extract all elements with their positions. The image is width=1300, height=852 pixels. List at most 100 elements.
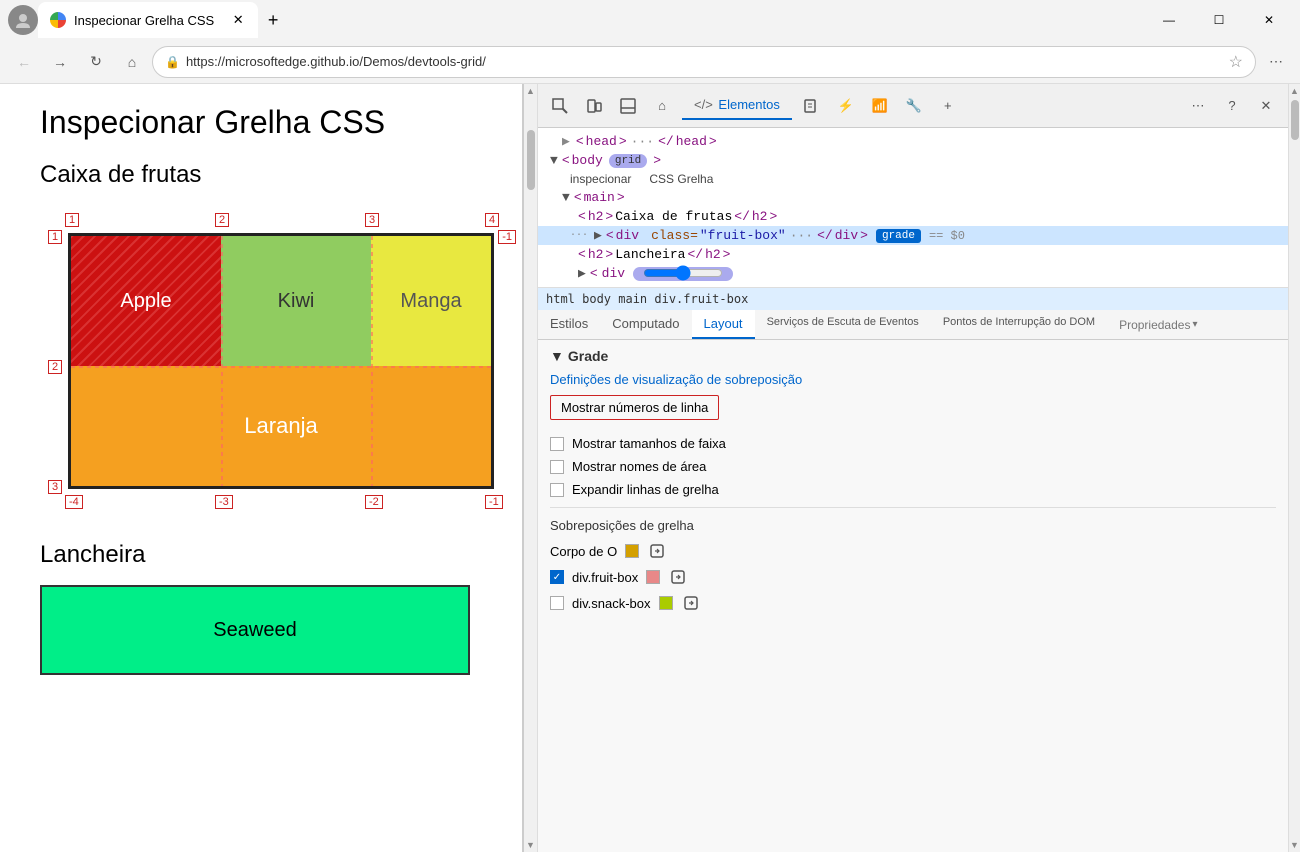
grid-num-left-2: 2: [48, 360, 62, 374]
performance-icon[interactable]: ⚡: [832, 92, 860, 120]
grid-slider[interactable]: [643, 269, 723, 277]
dom-line-h2-lancheira[interactable]: <h2> Lancheira </h2>: [538, 245, 1288, 264]
section1-title: Caixa de frutas: [40, 161, 482, 189]
overlay-corpo-row: Corpo de O: [550, 541, 1276, 561]
mostrar-tamanhos-row: Mostrar tamanhos de faixa: [550, 436, 1276, 451]
back-button[interactable]: ←: [8, 46, 40, 78]
grade-section: ▼ Grade Definições de visualização de so…: [538, 340, 1288, 627]
dom-line-snack-box[interactable]: ▶ <div: [538, 264, 1288, 283]
fruit-box-checkbox[interactable]: ✓: [550, 570, 564, 584]
grid-num-bot-3: -3: [215, 495, 233, 509]
page-scrollbar[interactable]: ▲ ▼: [524, 84, 538, 852]
lock-icon: 🔒: [165, 55, 180, 69]
mostrar-tamanhos-checkbox[interactable]: [550, 437, 564, 451]
more-tools-icon[interactable]: ⋯: [1184, 92, 1212, 120]
minimize-button[interactable]: —: [1146, 4, 1192, 36]
device-emulation-icon[interactable]: [580, 92, 608, 120]
devtools-scrollbar[interactable]: ▲ ▼: [1288, 84, 1300, 852]
snack-link-button[interactable]: [681, 593, 701, 613]
seaweed-box: Seaweed: [40, 585, 470, 675]
dom-ref: == $0: [929, 229, 965, 243]
fruit-link-button[interactable]: [668, 567, 688, 587]
close-button[interactable]: ✕: [1246, 4, 1292, 36]
breadcrumb-bar: html body main div.fruit-box: [538, 288, 1288, 310]
tab-favicon: [50, 12, 66, 28]
mostrar-numeros-button[interactable]: Mostrar números de linha: [550, 395, 719, 420]
snack-box-checkbox[interactable]: [550, 596, 564, 610]
dom-line-h2-caixa[interactable]: <h2> Caixa de frutas </h2>: [538, 207, 1288, 226]
tab-estilos[interactable]: Estilos: [538, 310, 600, 339]
section2-title: Lancheira: [40, 541, 482, 569]
maximize-button[interactable]: ☐: [1196, 4, 1242, 36]
grid-num-right-1: -1: [498, 230, 516, 244]
inspect-element-icon[interactable]: [546, 92, 574, 120]
dom-line-fruit-box[interactable]: ··· ▶ <div class= "fruit-box" ··· </div>…: [538, 226, 1288, 245]
overlay-snack-row: div.snack-box: [550, 593, 1276, 613]
favorite-icon[interactable]: ☆: [1229, 52, 1243, 72]
tab-layout[interactable]: Layout: [692, 310, 755, 339]
tab-elements[interactable]: </> Elementos: [682, 91, 792, 120]
grade-expand-arrow[interactable]: ▼: [550, 348, 564, 364]
snack-color-swatch[interactable]: [659, 596, 673, 610]
network-icon[interactable]: 📶: [866, 92, 894, 120]
sobreposicoes-title: Sobreposições de grelha: [550, 518, 1276, 533]
active-tab[interactable]: Inspecionar Grelha CSS ✕: [38, 2, 258, 38]
issues-icon[interactable]: 🔧: [900, 92, 928, 120]
devtools-close-icon[interactable]: ✕: [1252, 92, 1280, 120]
corpo-color-swatch[interactable]: [625, 544, 639, 558]
nav-bar: ← → ↻ ⌂ 🔒 https://microsoftedge.github.i…: [0, 40, 1300, 84]
main-area: Inspecionar Grelha CSS Caixa de frutas 1…: [0, 84, 1300, 852]
tab-propriedades[interactable]: Propriedades ▾: [1107, 310, 1209, 339]
grid-num-left-1: 1: [48, 230, 62, 244]
home-button[interactable]: ⌂: [116, 46, 148, 78]
forward-button[interactable]: →: [44, 46, 76, 78]
grid-num-top-1: 1: [65, 213, 79, 227]
sources-icon[interactable]: [798, 92, 826, 120]
grid-num-top-2: 2: [215, 213, 229, 227]
fruit-grid-wrapper: 1 2 3 4 1 2 3 -4 -3 -2 -1 -1: [68, 233, 494, 489]
browser-page: Inspecionar Grelha CSS Caixa de frutas 1…: [0, 84, 524, 852]
fruit-color-swatch[interactable]: [646, 570, 660, 584]
more-button[interactable]: ⋯: [1260, 46, 1292, 78]
page-title: Inspecionar Grelha CSS: [40, 104, 482, 141]
new-tab-button[interactable]: +: [258, 5, 288, 35]
apple-cell: Apple: [71, 236, 221, 366]
expandir-linhas-checkbox[interactable]: [550, 483, 564, 497]
corpo-link-button[interactable]: [647, 541, 667, 561]
dom-line-main[interactable]: ▼ <main>: [538, 188, 1288, 207]
grid-line-v2: [371, 236, 373, 486]
tab-computado[interactable]: Computado: [600, 310, 691, 339]
address-bar[interactable]: 🔒 https://microsoftedge.github.io/Demos/…: [152, 46, 1256, 78]
grid-line-v1: [221, 236, 223, 486]
grid-num-top-4: 4: [485, 213, 499, 227]
grid-num-top-3: 3: [365, 213, 379, 227]
tab-bar: Inspecionar Grelha CSS ✕ +: [38, 2, 1146, 38]
grid-line-h1: [71, 366, 491, 368]
tab-close-button[interactable]: ✕: [230, 12, 246, 28]
tab-dom-breakpoints[interactable]: Pontos de Interrupção do DOM: [931, 310, 1107, 339]
overlay-definition-title: Definições de visualização de sobreposiç…: [550, 372, 1276, 387]
grade-title: ▼ Grade: [550, 348, 1276, 364]
tab-eventos[interactable]: Serviços de Escuta de Eventos: [755, 310, 931, 339]
manga-cell: Manga: [371, 236, 491, 366]
grid-num-bot-4: -4: [65, 495, 83, 509]
grid-num-bot-1: -1: [485, 495, 503, 509]
profile-icon[interactable]: [8, 5, 38, 35]
dom-line-inspector-label: inspecionar CSS Grelha: [538, 170, 1288, 188]
help-icon[interactable]: ?: [1218, 92, 1246, 120]
grid-num-bot-2: -2: [365, 495, 383, 509]
grid-num-left-3: 3: [48, 480, 62, 494]
devtools-toolbar: ⌂ </> Elementos ⚡ 📶 🔧 + ⋯ ? ✕: [538, 84, 1288, 128]
devtools-panel: ⌂ </> Elementos ⚡ 📶 🔧 + ⋯ ? ✕: [538, 84, 1288, 852]
dom-line-body[interactable]: ▼ < body grid >: [538, 151, 1288, 170]
toggle-drawer-icon[interactable]: [614, 92, 642, 120]
fruit-grid: Apple Kiwi Manga Laranja: [68, 233, 494, 489]
dom-line-head[interactable]: ▶ <head> ··· </head>: [538, 132, 1288, 151]
add-tab-icon[interactable]: +: [934, 92, 962, 120]
devtools-home-icon[interactable]: ⌂: [648, 92, 676, 120]
divider: [550, 507, 1276, 508]
grade-badge: grade: [876, 229, 921, 243]
mostrar-nomes-checkbox[interactable]: [550, 460, 564, 474]
mostrar-nomes-row: Mostrar nomes de área: [550, 459, 1276, 474]
refresh-button[interactable]: ↻: [80, 46, 112, 78]
